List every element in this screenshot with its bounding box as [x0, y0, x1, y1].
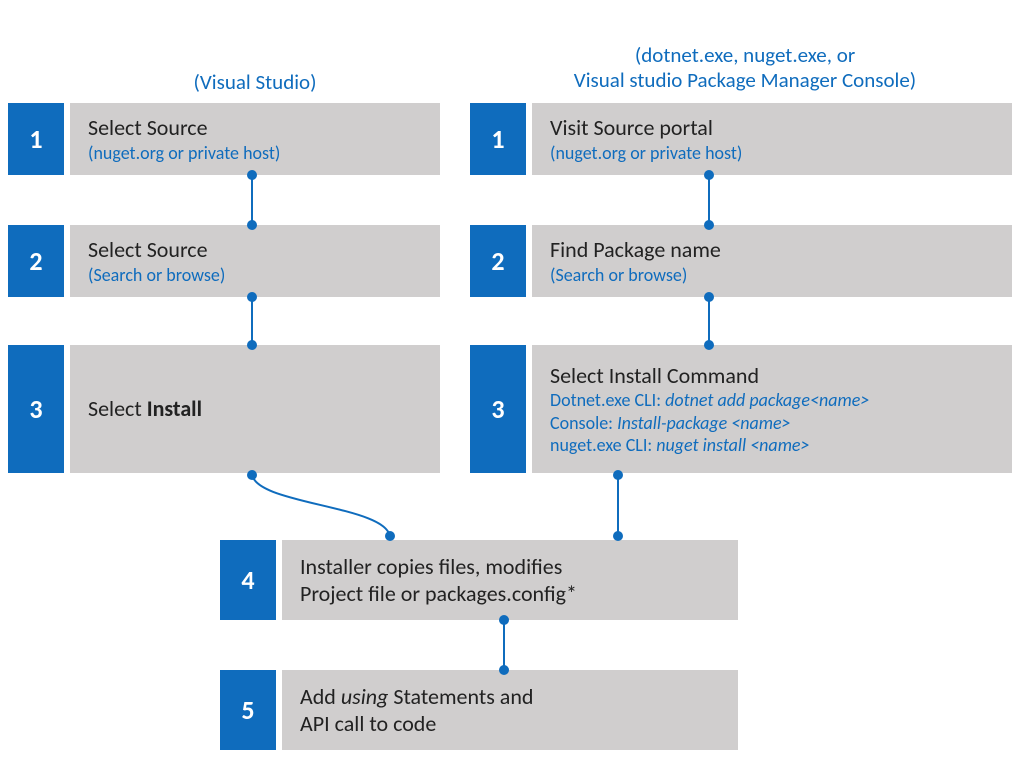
- step-title: Add using Statements andAPI call to code: [300, 683, 720, 738]
- step-sub: (Search or browse): [88, 264, 422, 287]
- heading-left: (Visual Studio): [70, 70, 440, 95]
- step-cmd-line: Dotnet.exe CLI: dotnet add package<name>: [550, 389, 994, 412]
- step-num-l2: 2: [8, 225, 64, 297]
- step-box-r2: Find Package name (Search or browse): [532, 225, 1012, 297]
- step-num-r2: 2: [470, 225, 526, 297]
- step-num-l3: 3: [8, 345, 64, 473]
- merge-connector: [0, 470, 1024, 550]
- step-title: Select Source: [88, 236, 422, 264]
- connector: [708, 175, 710, 225]
- step-sub: (Search or browse): [550, 264, 994, 287]
- step-box-4: Installer copies files, modifies Project…: [282, 540, 738, 620]
- step-title: Visit Source portal: [550, 114, 994, 142]
- step-title: Select Install: [88, 395, 422, 423]
- step-title: Installer copies files, modifies Project…: [300, 553, 720, 608]
- step-num-4: 4: [220, 540, 276, 620]
- step-title: Select Install Command: [550, 362, 994, 390]
- heading-right: (dotnet.exe, nuget.exe, or Visual studio…: [470, 43, 1020, 93]
- step-num-5: 5: [220, 670, 276, 750]
- step-sub: (nuget.org or private host): [88, 142, 422, 165]
- step-box-5: Add using Statements andAPI call to code: [282, 670, 738, 750]
- step-title: Select Source: [88, 114, 422, 142]
- step-sub: (nuget.org or private host): [550, 142, 994, 165]
- step-title: Find Package name: [550, 236, 994, 264]
- step-num-r3: 3: [470, 345, 526, 473]
- step-num-r1: 1: [470, 103, 526, 175]
- connector: [251, 297, 253, 345]
- step-box-l1: Select Source (nuget.org or private host…: [70, 103, 440, 175]
- connector: [251, 175, 253, 225]
- step-box-l3: Select Install: [70, 345, 440, 473]
- step-box-r1: Visit Source portal (nuget.org or privat…: [532, 103, 1012, 175]
- step-box-r3: Select Install Command Dotnet.exe CLI: d…: [532, 345, 1012, 473]
- step-cmd-line: nuget.exe CLI: nuget install <name>: [550, 434, 994, 457]
- step-num-l1: 1: [8, 103, 64, 175]
- step-cmd-line: Console: Install-package <name>: [550, 412, 994, 435]
- step-box-l2: Select Source (Search or browse): [70, 225, 440, 297]
- connector: [708, 297, 710, 345]
- connector: [503, 620, 505, 670]
